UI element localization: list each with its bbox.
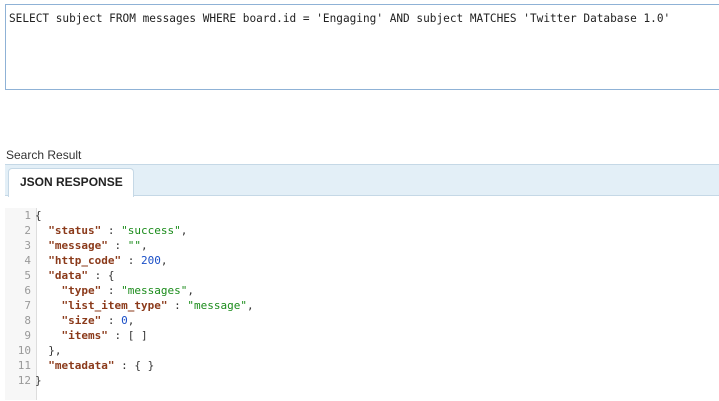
code-line: 1{ — [5, 208, 719, 223]
code-text: "data" : { — [35, 268, 115, 283]
line-number: 10 — [17, 344, 31, 357]
json-key: "list_item_type" — [61, 299, 168, 312]
code-text: "list_item_type" : "message", — [35, 298, 254, 313]
json-punctuation: : — [101, 314, 122, 327]
line-number: 2 — [24, 224, 31, 237]
code-line: 3 "message" : "", — [5, 238, 719, 253]
json-key: "type" — [61, 284, 102, 297]
search-result-label: Search Result — [6, 148, 82, 162]
json-key: "message" — [48, 239, 108, 252]
json-punctuation: , — [127, 314, 135, 327]
json-punctuation: }, — [48, 344, 62, 357]
tab-json-response[interactable]: JSON RESPONSE — [8, 168, 134, 197]
json-punctuation: , — [246, 299, 254, 312]
code-line: 6 "type" : "messages", — [5, 283, 719, 298]
code-text: "message" : "", — [35, 238, 148, 253]
json-string: "success" — [121, 224, 181, 237]
line-number: 6 — [24, 284, 31, 297]
query-input[interactable]: SELECT subject FROM messages WHERE board… — [5, 4, 719, 90]
json-punctuation: , — [180, 224, 188, 237]
json-key: "data" — [48, 269, 88, 282]
code-line: 11 "metadata" : { } — [5, 358, 719, 373]
json-number: 0 — [121, 314, 128, 327]
json-string: "message" — [187, 299, 247, 312]
code-line: 12} — [5, 373, 719, 388]
code-text: "status" : "success", — [35, 223, 187, 238]
json-punctuation: : { — [88, 269, 115, 282]
json-punctuation: { — [35, 209, 42, 222]
json-punctuation: : — [101, 224, 122, 237]
json-key: "items" — [61, 329, 108, 342]
json-punctuation: , — [160, 254, 168, 267]
json-punctuation: : — [167, 299, 188, 312]
json-punctuation: : — [121, 254, 141, 267]
code-text: "metadata" : { } — [35, 358, 154, 373]
json-punctuation: } — [35, 374, 42, 387]
code-line: 5 "data" : { — [5, 268, 719, 283]
json-string: "messages" — [121, 284, 188, 297]
code-line: 7 "list_item_type" : "message", — [5, 298, 719, 313]
line-number: 12 — [17, 374, 31, 387]
code-line: 4 "http_code" : 200, — [5, 253, 719, 268]
line-number: 7 — [24, 299, 31, 312]
json-punctuation: : [ ] — [107, 329, 148, 342]
json-key: "http_code" — [48, 254, 122, 267]
code-line: 10 }, — [5, 343, 719, 358]
json-punctuation: : { } — [114, 359, 155, 372]
line-number: 8 — [24, 314, 31, 327]
code-line: 2 "status" : "success", — [5, 223, 719, 238]
result-tab-strip: JSON RESPONSE — [5, 164, 719, 197]
line-number: 9 — [24, 329, 31, 342]
code-text: "http_code" : 200, — [35, 253, 167, 268]
json-key: "status" — [48, 224, 102, 237]
line-number: 3 — [24, 239, 31, 252]
line-number: 4 — [24, 254, 31, 267]
line-number: 5 — [24, 269, 31, 282]
json-key: "size" — [61, 314, 102, 327]
json-punctuation: : — [107, 239, 128, 252]
json-response-viewer[interactable]: 1{2 "status" : "success", 3 "message" : "… — [5, 208, 719, 400]
code-text: } — [35, 373, 42, 388]
json-punctuation: , — [187, 284, 194, 297]
code-text: }, — [35, 343, 62, 358]
code-text: "size" : 0, — [35, 313, 135, 328]
code-text: "type" : "messages", — [35, 283, 194, 298]
json-number: 200 — [140, 254, 161, 267]
code-text: { — [35, 208, 42, 223]
line-number: 11 — [17, 359, 31, 372]
json-string: "" — [127, 239, 141, 252]
code-line: 8 "size" : 0, — [5, 313, 719, 328]
json-punctuation: , — [140, 239, 148, 252]
code-line: 9 "items" : [ ] — [5, 328, 719, 343]
code-text: "items" : [ ] — [35, 328, 148, 343]
json-key: "metadata" — [48, 359, 115, 372]
line-number: 1 — [24, 209, 31, 222]
json-punctuation: : — [101, 284, 122, 297]
